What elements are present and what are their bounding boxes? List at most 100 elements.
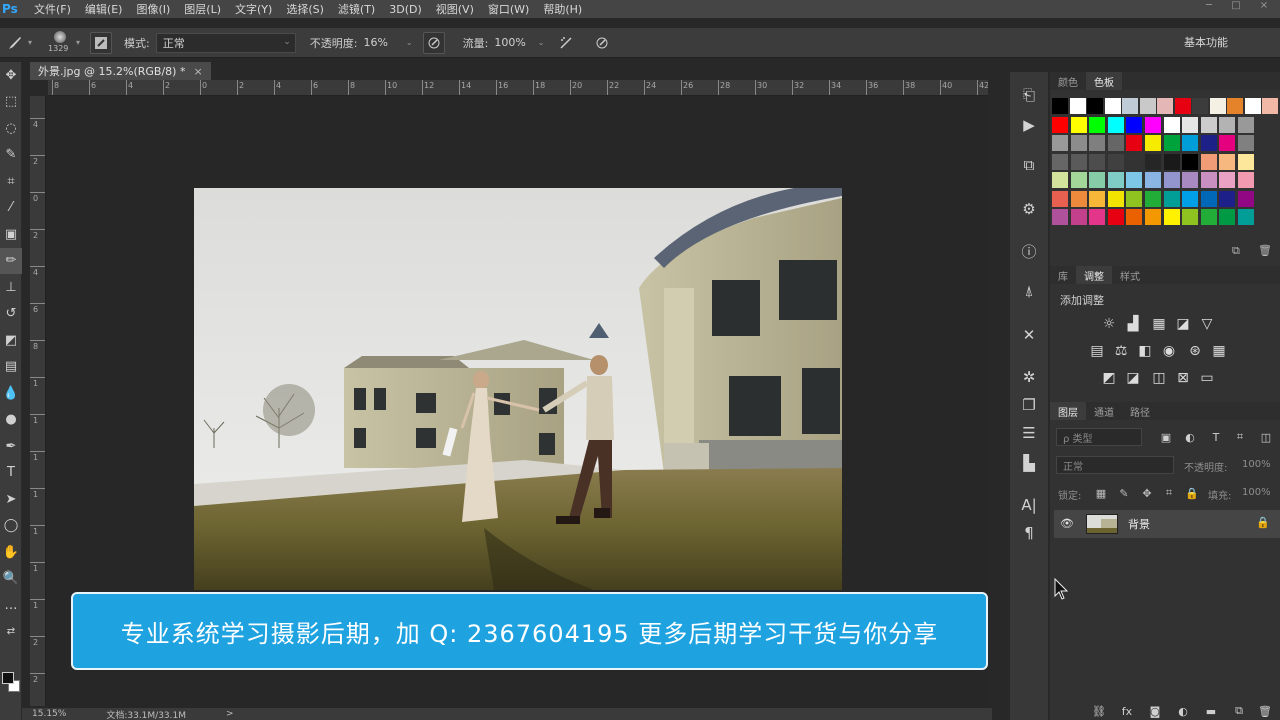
color-swatch[interactable]	[1107, 116, 1124, 133]
actions-play-icon[interactable]: ▶	[1018, 114, 1040, 136]
minimize-icon[interactable]: ─	[1195, 0, 1223, 11]
color-swatch[interactable]	[1145, 172, 1161, 188]
color-swatch[interactable]	[1126, 172, 1143, 188]
color-swatch[interactable]	[1200, 172, 1217, 188]
selective-color-icon[interactable]: ⊠	[1174, 369, 1192, 387]
color-swatch[interactable]	[1163, 135, 1180, 151]
type-tool-icon[interactable]: T	[0, 460, 22, 487]
color-swatch[interactable]	[1107, 172, 1124, 188]
frame-tool-icon[interactable]: ▣	[0, 221, 22, 248]
color-swatch[interactable]	[1238, 190, 1254, 207]
color-swatch[interactable]	[1182, 135, 1199, 151]
blend-mode-select[interactable]: 正常	[1056, 456, 1174, 474]
properties-icon[interactable]: ☰	[1018, 422, 1040, 444]
workspace-switcher[interactable]: 基本功能	[1178, 32, 1268, 52]
tab-styles[interactable]: 样式	[1112, 266, 1148, 284]
dodge-tool-icon[interactable]: ●	[0, 407, 22, 434]
color-swatch[interactable]	[1070, 153, 1087, 170]
mode-select[interactable]: 正常 ⌄	[155, 32, 296, 53]
pressure-size-icon[interactable]	[591, 32, 613, 54]
color-balance-icon[interactable]: ⚖	[1112, 342, 1130, 360]
color-swatch[interactable]	[1052, 190, 1068, 207]
threshold-icon[interactable]: ◫	[1150, 369, 1168, 387]
brush-settings-icon[interactable]: ⧉	[1018, 154, 1040, 176]
color-swatch[interactable]	[1104, 98, 1121, 114]
opacity-value[interactable]: 16%	[363, 36, 387, 49]
color-swatch[interactable]	[1200, 135, 1217, 151]
color-swatch[interactable]	[1126, 190, 1143, 207]
document-tab[interactable]: 外景.jpg @ 15.2%(RGB/8) * ×	[30, 62, 211, 80]
brush-tool-icon[interactable]: ✏	[0, 247, 22, 274]
menu-image[interactable]: 图像(I)	[136, 1, 170, 17]
fill-value[interactable]: 100%	[1242, 487, 1271, 498]
color-lookup-icon[interactable]: ▦	[1210, 342, 1228, 360]
fx-icon[interactable]: fx	[1120, 704, 1134, 718]
color-swatch[interactable]	[1052, 209, 1068, 225]
color-swatch[interactable]	[1139, 98, 1156, 114]
color-swatch[interactable]	[1145, 209, 1161, 225]
new-adjustment-icon[interactable]: ◐	[1176, 704, 1190, 718]
tab-color[interactable]: 颜色	[1050, 72, 1086, 90]
quick-select-tool-icon[interactable]: ✎	[0, 142, 22, 169]
zoom-tool-icon[interactable]: 🔍	[0, 566, 22, 593]
exposure-icon[interactable]: ◪	[1174, 315, 1192, 333]
delete-swatch-icon[interactable]: 🗑	[1258, 244, 1272, 257]
chevron-down-icon[interactable]: ⌄	[538, 38, 545, 47]
type-filter-icon[interactable]: T	[1208, 429, 1224, 445]
color-swatch[interactable]	[1089, 190, 1106, 207]
tab-channels[interactable]: 通道	[1086, 402, 1122, 420]
chevron-down-icon[interactable]: ▾	[76, 38, 80, 47]
gradient-tool-icon[interactable]: ▤	[0, 354, 22, 381]
pen-tool-icon[interactable]: ✒	[0, 433, 22, 460]
color-swatch[interactable]	[1238, 172, 1254, 188]
color-swatch[interactable]	[1145, 153, 1161, 170]
color-swatch[interactable]	[1052, 135, 1068, 151]
color-swatch[interactable]	[1052, 98, 1068, 114]
brush-presets-icon[interactable]: ⍋	[1018, 280, 1040, 302]
menu-select[interactable]: 选择(S)	[286, 1, 324, 17]
color-swatch[interactable]	[1163, 190, 1180, 207]
lock-all-icon[interactable]: 🔒	[1185, 486, 1199, 500]
color-swatch[interactable]	[1238, 116, 1254, 133]
brush-preset-picker[interactable]: 1329	[46, 30, 76, 56]
flow-value[interactable]: 100%	[494, 36, 525, 49]
color-swatch[interactable]	[1238, 153, 1254, 170]
color-swatch[interactable]	[1163, 153, 1180, 170]
color-swatch[interactable]	[1126, 209, 1143, 225]
chevron-down-icon[interactable]: ▾	[28, 38, 32, 47]
foreground-color-swatch[interactable]	[2, 672, 14, 684]
shape-filter-icon[interactable]: ⌗	[1232, 429, 1248, 445]
color-swatch[interactable]	[1227, 98, 1243, 114]
color-swatch[interactable]	[1219, 209, 1236, 225]
blur-tool-icon[interactable]: 💧	[0, 380, 22, 407]
menu-type[interactable]: 文字(Y)	[235, 1, 272, 17]
color-swatch[interactable]	[1089, 153, 1106, 170]
airbrush-icon[interactable]	[555, 32, 577, 54]
menu-3d[interactable]: 3D(D)	[389, 3, 422, 16]
brightness-icon[interactable]: ☼	[1100, 315, 1118, 333]
color-swatch[interactable]	[1219, 153, 1236, 170]
color-swatch[interactable]	[1219, 190, 1236, 207]
tab-swatches[interactable]: 色板	[1086, 72, 1122, 90]
color-swatch[interactable]	[1163, 209, 1180, 225]
3d-icon[interactable]: ✲	[1018, 366, 1040, 388]
menu-window[interactable]: 窗口(W)	[488, 1, 529, 17]
eraser-tool-icon[interactable]: ◩	[0, 327, 22, 354]
vibrance-icon[interactable]: ▽	[1198, 315, 1216, 333]
color-swatch[interactable]	[1070, 116, 1087, 133]
character-icon[interactable]: A|	[1018, 494, 1040, 516]
lasso-tool-icon[interactable]: ◌	[0, 115, 22, 142]
tool-presets-icon[interactable]: ✕	[1018, 324, 1040, 346]
paragraph-icon[interactable]: ¶	[1018, 522, 1040, 544]
layer-filter-select[interactable]: ρ 类型	[1056, 428, 1142, 446]
color-swatch[interactable]	[1107, 153, 1124, 170]
lock-position-icon[interactable]: ✥	[1140, 486, 1154, 500]
info-icon[interactable]: ⓘ	[1018, 240, 1040, 262]
color-swatch[interactable]	[1107, 209, 1124, 225]
color-swatch[interactable]	[1200, 116, 1217, 133]
color-swatch[interactable]	[1089, 172, 1106, 188]
color-swatch[interactable]	[1126, 135, 1143, 151]
tab-adjustments[interactable]: 调整	[1076, 266, 1112, 284]
new-layer-icon[interactable]: ⧉	[1232, 704, 1246, 718]
color-swatch[interactable]	[1087, 98, 1103, 114]
